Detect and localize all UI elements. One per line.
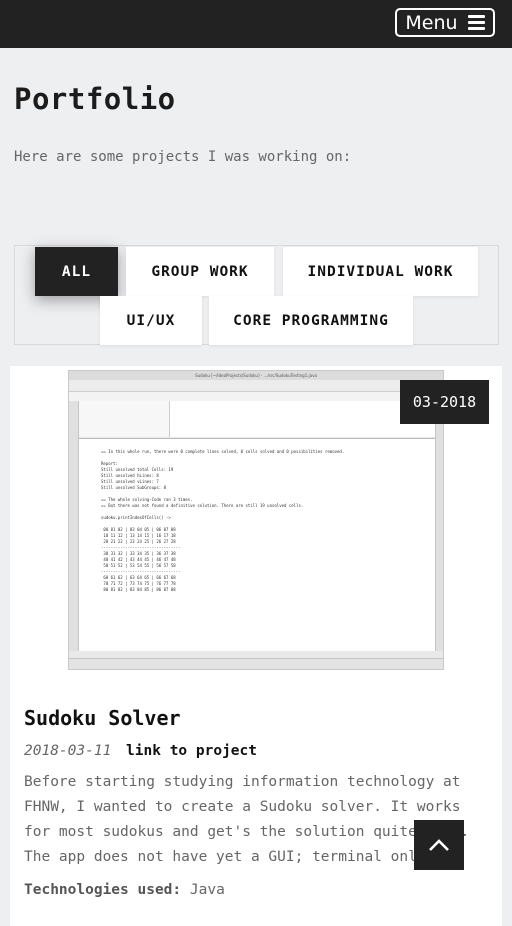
project-date: 2018-03-11: [24, 743, 112, 759]
project-screenshot[interactable]: Sudoku [~/IdeaProjects/Sudoku] - .../src…: [68, 370, 444, 670]
technologies-line: Technologies used: Java: [24, 882, 225, 898]
chevron-up-icon: [429, 839, 449, 851]
scroll-to-top-button[interactable]: [414, 820, 464, 870]
date-badge: 03-2018: [400, 380, 489, 424]
ide-console-output: == In this whole run, there were 0 compl…: [101, 449, 345, 592]
ide-project-tree: [79, 401, 170, 437]
ide-body: == In this whole run, there were 0 compl…: [69, 401, 443, 651]
hamburger-icon: [467, 15, 485, 30]
ide-window-title: Sudoku [~/IdeaProjects/Sudoku] - .../src…: [69, 371, 443, 380]
project-link[interactable]: link to project: [126, 743, 257, 759]
technologies-value: Java: [189, 882, 225, 898]
filter-group-work-button[interactable]: GROUP WORK: [126, 247, 274, 296]
menu-label: Menu: [405, 11, 458, 34]
filter-ui-ux-button[interactable]: UI/UX: [100, 296, 202, 345]
ide-run-panel: == In this whole run, there were 0 compl…: [79, 438, 435, 651]
top-navigation-bar: Menu: [0, 0, 512, 48]
project-title: Sudoku Solver: [24, 706, 181, 730]
ide-right-gutter: [435, 401, 443, 651]
technologies-label: Technologies used:: [24, 882, 182, 898]
intro-text: Here are some projects I was working on:: [14, 149, 352, 165]
menu-button[interactable]: Menu: [395, 8, 495, 37]
filter-all-button[interactable]: ALL: [35, 247, 118, 296]
ide-status-bar: [69, 658, 443, 669]
filter-individual-work-button[interactable]: INDIVIDUAL WORK: [283, 247, 478, 296]
ide-editor: [170, 401, 435, 437]
ide-toolbar: [69, 380, 443, 392]
filter-bar: ALL GROUP WORK INDIVIDUAL WORK UI/UX COR…: [14, 245, 499, 345]
project-meta: 2018-03-11 link to project: [24, 743, 257, 759]
page-title: Portfolio: [14, 82, 176, 116]
filter-core-programming-button[interactable]: CORE PROGRAMMING: [209, 296, 413, 345]
ide-left-gutter: [69, 401, 79, 651]
